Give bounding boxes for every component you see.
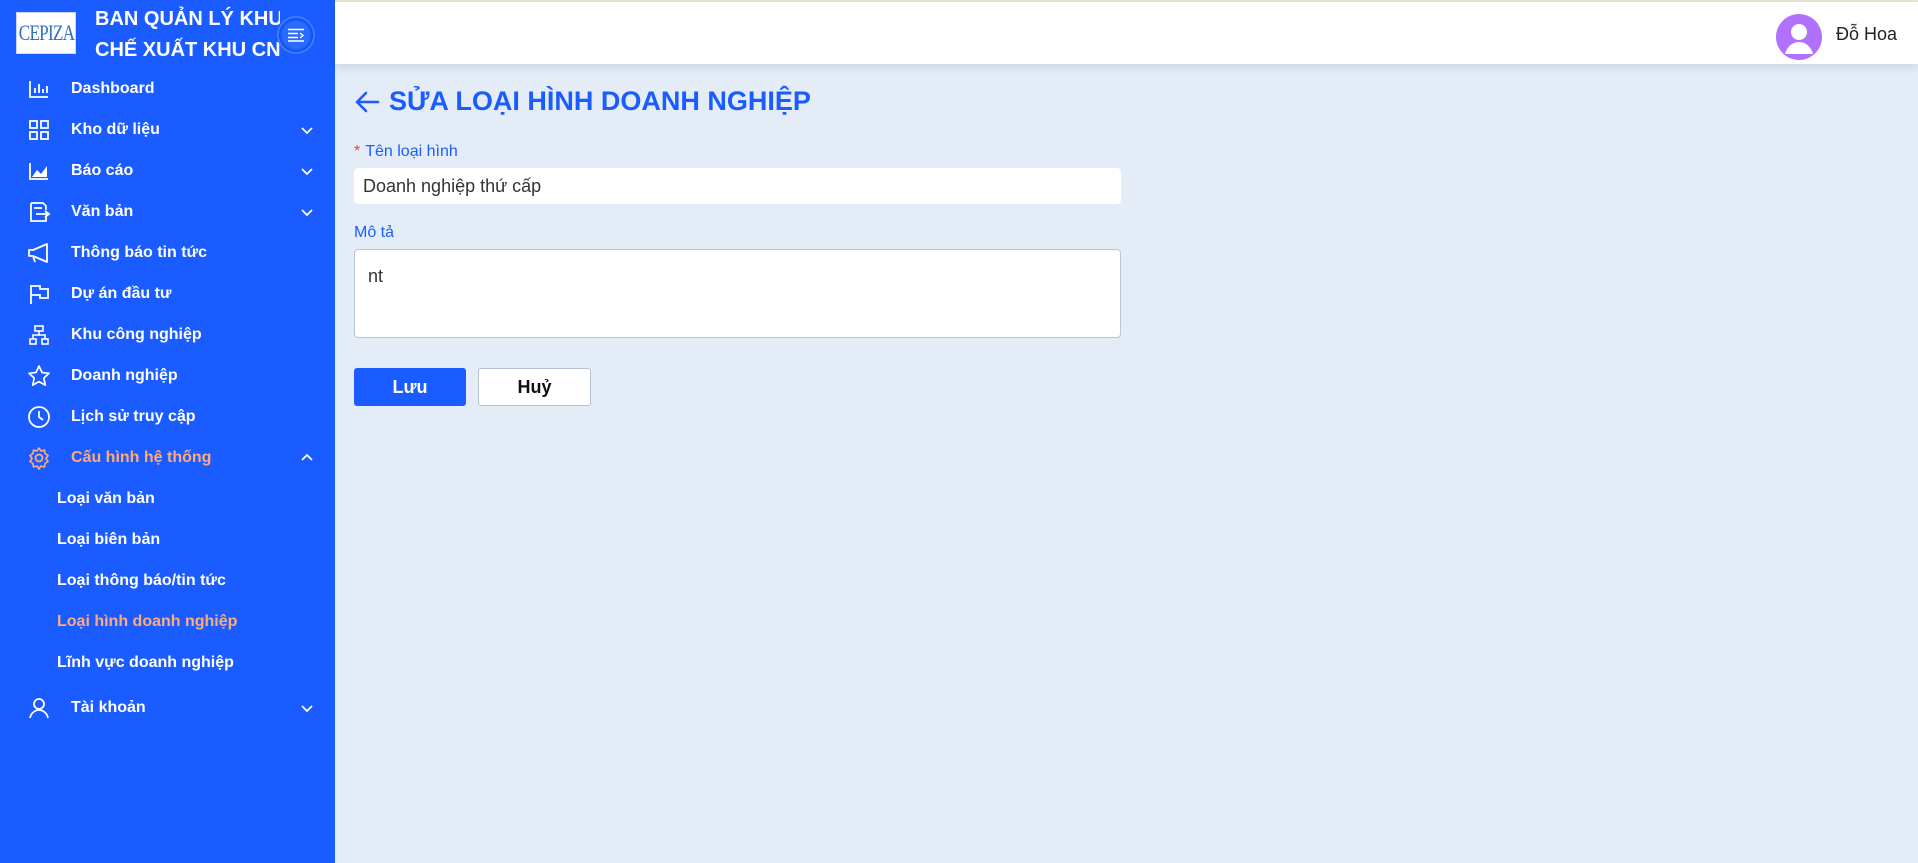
description-textarea[interactable]: nt [354,249,1121,338]
sidebar-subitem-loai-van-ban[interactable]: Loại văn bản [0,478,335,519]
brand-title: BAN QUẢN LÝ KHU CHẾ XUẤT KHU CN [95,4,280,66]
flag-icon [27,282,51,306]
top-header [335,2,1918,64]
sidebar-item-kho-du-lieu[interactable]: Kho dữ liệu [0,109,335,150]
sidebar-item-label: Thông báo tin tức [71,243,208,261]
sidebar-item-label: Văn bản [71,202,134,220]
avatar[interactable] [1776,14,1822,60]
sidebar-item-doanh-nghiep[interactable]: Doanh nghiệp [0,355,335,396]
chevron-down-icon [301,208,313,216]
clock-icon [27,405,51,429]
name-field-label: * Tên loại hình [354,143,458,161]
sidebar-item-khu-cong-nghiep[interactable]: Khu công nghiệp [0,314,335,355]
sidebar-item-label: Báo cáo [71,161,134,179]
sidebar-subitem-loai-thong-bao-tin-tuc[interactable]: Loại thông báo/tin tức [0,560,335,601]
sidebar-toggle-button[interactable] [277,16,315,54]
chevron-down-icon [301,126,313,134]
megaphone-icon [27,241,51,265]
back-arrow-icon[interactable] [353,88,381,116]
sidebar-item-label: Dashboard [71,79,155,97]
page-title: SỬA LOẠI HÌNH DOANH NGHIỆP [389,86,811,116]
name-label-text: Tên loại hình [365,143,458,160]
sidebar-subitem-label: Loại hình doanh nghiệp [57,612,238,630]
sidebar-item-label: Tài khoản [71,698,146,716]
document-icon [27,200,51,224]
required-mark: * [354,143,361,160]
sidebar-item-label: Dự án đầu tư [71,284,172,302]
sidebar-subitem-loai-hinh-doanh-nghiep[interactable]: Loại hình doanh nghiệp [0,601,335,642]
chevron-down-icon [301,704,313,712]
sidebar-subitem-label: Lĩnh vực doanh nghiệp [57,653,234,671]
sidebar-subitem-label: Loại biên bản [57,530,161,548]
sidebar-subitem-label: Loại văn bản [57,489,155,507]
sidebar-item-du-an-dau-tu[interactable]: Dự án đầu tư [0,273,335,314]
brand-title-line1: BAN QUẢN LÝ KHU [95,8,280,30]
sidebar-item-cau-hinh-he-thong[interactable]: Cấu hình hệ thống [0,437,335,478]
cepiza-logo: CEPIZA [16,12,76,54]
sidebar: CEPIZA BAN QUẢN LÝ KHU CHẾ XUẤT KHU CN D… [0,0,335,863]
grid-icon [27,118,51,142]
cancel-button[interactable]: Huỷ [478,368,591,406]
star-icon [27,364,51,388]
cluster-icon [27,323,51,347]
sidebar-item-label: Cấu hình hệ thống [71,448,212,466]
logo-text: CEPIZA [18,20,74,45]
chevron-down-icon [301,167,313,175]
brand: CEPIZA BAN QUẢN LÝ KHU CHẾ XUẤT KHU CN [0,0,335,68]
sidebar-subitem-label: Loại thông báo/tin tức [57,571,226,589]
user-avatar-icon [1785,24,1813,54]
sidebar-item-label: Doanh nghiệp [71,366,178,384]
brand-title-line2: CHẾ XUẤT KHU CN [95,39,280,61]
sidebar-subitem-linh-vuc-doanh-nghiep[interactable]: Lĩnh vực doanh nghiệp [0,642,335,683]
sidebar-item-lich-su-truy-cap[interactable]: Lịch sử truy cập [0,396,335,437]
sidebar-item-dashboard[interactable]: Dashboard [0,68,335,109]
sidebar-item-bao-cao[interactable]: Báo cáo [0,150,335,191]
save-button[interactable]: Lưu [354,368,466,406]
bar-chart-icon [27,77,51,101]
sidebar-item-thong-bao-tin-tuc[interactable]: Thông báo tin tức [0,232,335,273]
area-chart-icon [27,159,51,183]
sidebar-item-van-ban[interactable]: Văn bản [0,191,335,232]
sidebar-menu: Dashboard Kho dữ liệu Báo cáo Văn bản Th… [0,68,335,728]
sidebar-item-label: Lịch sử truy cập [71,407,196,425]
user-icon [27,696,51,720]
gear-icon [27,446,51,470]
sidebar-subitem-loai-bien-ban[interactable]: Loại biên bản [0,519,335,560]
menu-fold-icon [288,28,305,42]
sidebar-item-label: Khu công nghiệp [71,325,202,343]
name-input[interactable] [354,168,1121,204]
description-field-label: Mô tả [354,224,395,241]
username[interactable]: Đỗ Hoa [1836,24,1897,45]
sidebar-item-label: Kho dữ liệu [71,120,160,138]
chevron-up-icon [301,453,313,461]
sidebar-item-tai-khoan[interactable]: Tài khoản [0,687,335,728]
